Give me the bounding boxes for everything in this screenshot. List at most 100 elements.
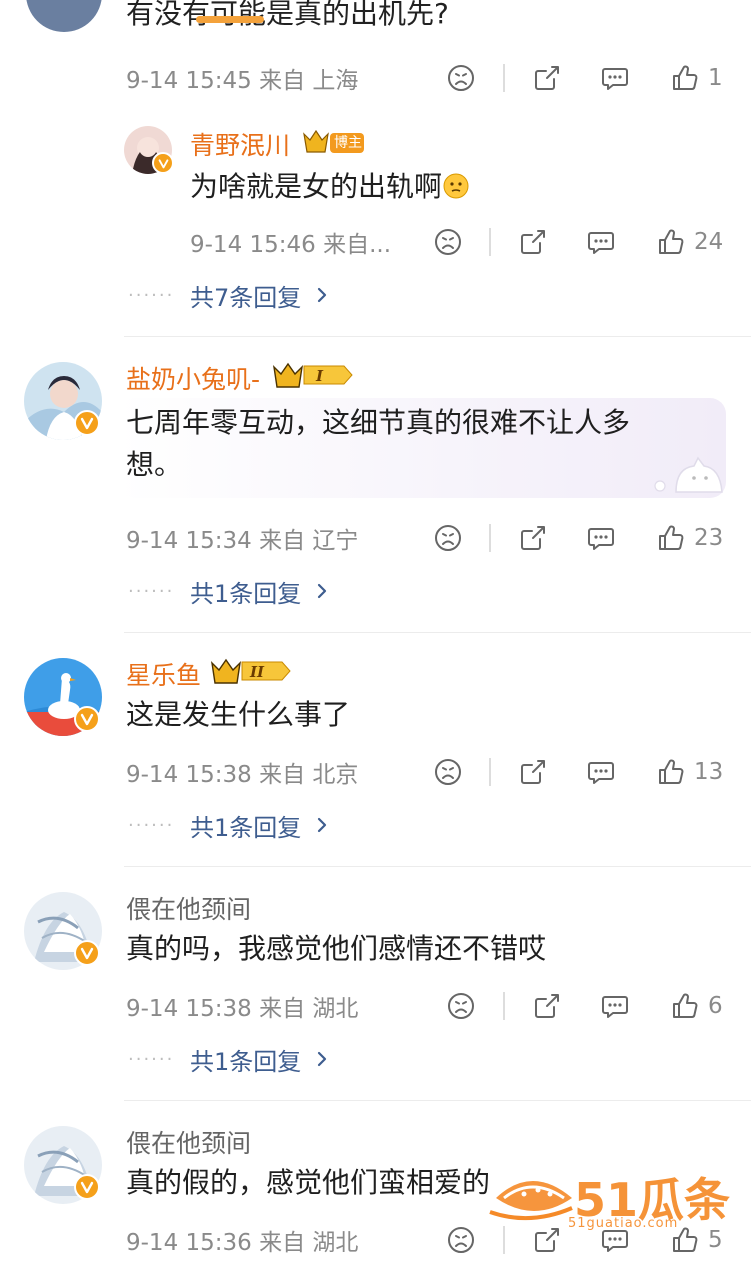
comment-text: 真的吗，我感觉他们感情还不错哎 [126, 932, 547, 965]
like-button[interactable]: 13 [656, 752, 723, 792]
verified-icon [158, 158, 169, 169]
comment-button[interactable] [586, 518, 616, 558]
share-icon [532, 991, 562, 1021]
divider [489, 524, 491, 552]
verified-icon [80, 712, 94, 726]
share-button[interactable] [532, 986, 562, 1026]
dislike-icon [446, 991, 476, 1021]
dislike-icon [433, 757, 463, 787]
verified-badge [74, 410, 100, 436]
share-icon [518, 227, 548, 257]
comment-button[interactable] [586, 222, 616, 262]
more-replies-link[interactable]: ······ 共1条回复 [128, 574, 331, 608]
verified-badge [74, 706, 100, 732]
more-replies-link[interactable]: ······ 共1条回复 [128, 808, 331, 842]
share-button[interactable] [518, 222, 548, 262]
share-icon [518, 523, 548, 553]
divider [489, 228, 491, 256]
verified-badge [152, 152, 174, 174]
comment-text: 真的假的，感觉他们蛮相爱的 [126, 1166, 491, 1199]
chevron-right-icon [313, 1050, 331, 1068]
dislike-icon [433, 227, 463, 257]
username[interactable]: 星乐鱼 [126, 656, 201, 692]
dislike-button[interactable] [433, 752, 463, 792]
comment-text: 七周年零互动，这细节真的很难不让人多 想。 [126, 406, 631, 481]
verified-icon [80, 1180, 94, 1194]
action-bar: 1 [0, 58, 751, 98]
like-icon [656, 523, 686, 553]
dislike-button[interactable] [446, 986, 476, 1026]
chevron-right-icon [313, 816, 331, 834]
comment-icon [586, 523, 616, 553]
vip-level-badge: II [210, 656, 292, 686]
divider [489, 758, 491, 786]
divider [124, 866, 751, 867]
dislike-icon [446, 1225, 476, 1255]
dislike-icon [446, 63, 476, 93]
cat-decoration-icon [654, 456, 723, 493]
like-icon [656, 227, 686, 257]
verified-icon [80, 416, 94, 430]
comment-button[interactable] [600, 986, 630, 1026]
like-button[interactable]: 24 [656, 222, 723, 262]
watermelon-logo-icon [489, 1181, 573, 1221]
verified-icon [80, 946, 94, 960]
dislike-button[interactable] [433, 222, 463, 262]
more-replies-link[interactable]: ······ 共1条回复 [128, 1042, 331, 1076]
more-replies-link[interactable]: ······ 共7条回复 [128, 278, 331, 312]
level-text: I [315, 367, 324, 385]
dislike-button[interactable] [433, 518, 463, 558]
like-count: 24 [694, 229, 724, 255]
comment-text: 有没有可能是真的出机先? [126, 0, 449, 30]
like-icon [670, 63, 700, 93]
avatar[interactable] [26, 0, 102, 32]
username[interactable]: 偎在他颈间 [126, 1124, 251, 1160]
dislike-button[interactable] [446, 58, 476, 98]
level-text: II [249, 663, 265, 681]
chevron-right-icon [313, 582, 331, 600]
divider [503, 64, 505, 92]
comment-icon [600, 63, 630, 93]
username[interactable]: 青野泯川 [190, 126, 290, 162]
share-icon [532, 63, 562, 93]
action-bar: 6 [0, 986, 751, 1026]
divider [124, 1100, 751, 1101]
like-button[interactable]: 6 [670, 986, 723, 1026]
divider [124, 336, 751, 337]
like-count: 6 [708, 993, 723, 1019]
watermark: 51瓜条 51guatiao.com [488, 1160, 738, 1240]
like-button[interactable]: 23 [656, 518, 723, 558]
watermark-url: 51guatiao.com [568, 1216, 679, 1231]
divider [503, 992, 505, 1020]
like-icon [656, 757, 686, 787]
comment-text: 这是发生什么事了 [126, 698, 351, 731]
like-count: 1 [708, 65, 723, 91]
username[interactable]: 盐奶小兔叽- [126, 360, 260, 396]
share-button[interactable] [532, 58, 562, 98]
comment-icon [586, 227, 616, 257]
like-count: 23 [694, 525, 724, 551]
comment-icon [600, 991, 630, 1021]
like-count: 13 [694, 759, 724, 785]
action-bar: 23 [0, 518, 751, 558]
dislike-icon [433, 523, 463, 553]
comment-button[interactable] [600, 58, 630, 98]
action-bar: 24 [0, 222, 751, 262]
share-button[interactable] [518, 518, 548, 558]
dislike-button[interactable] [446, 1220, 476, 1260]
like-icon [670, 991, 700, 1021]
comment-icon [586, 757, 616, 787]
share-button[interactable] [518, 752, 548, 792]
divider [124, 632, 751, 633]
thinking-emoji-icon [442, 170, 470, 199]
comment-button[interactable] [586, 752, 616, 792]
username[interactable]: 偎在他颈间 [126, 890, 251, 926]
chevron-right-icon [313, 286, 331, 304]
verified-badge [74, 940, 100, 966]
author-badge: 博主 [302, 128, 366, 156]
share-icon [518, 757, 548, 787]
vip-level-badge: I [272, 360, 354, 390]
verified-badge [74, 1174, 100, 1200]
scroll-indicator [196, 16, 264, 23]
like-button[interactable]: 1 [670, 58, 723, 98]
